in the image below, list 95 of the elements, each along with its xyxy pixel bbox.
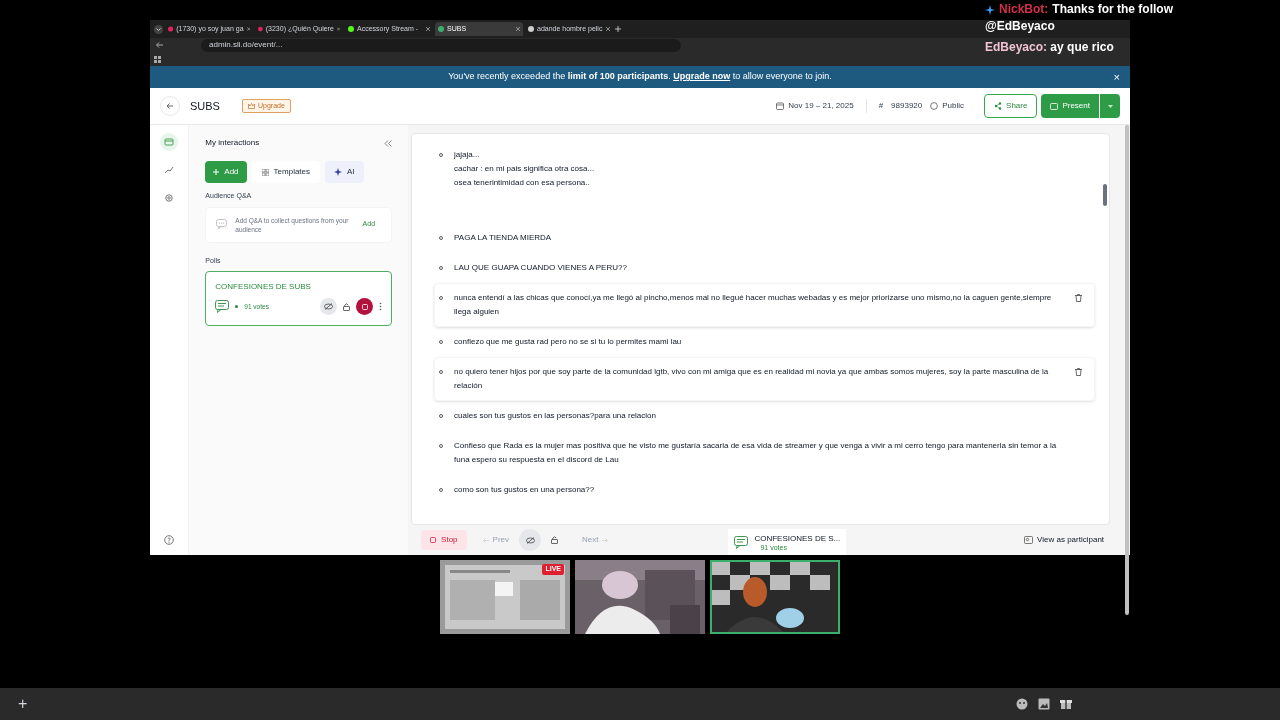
- trash-icon[interactable]: [1075, 368, 1083, 376]
- plus-icon: [213, 169, 220, 175]
- poll-title: CONFESIONES DE S...: [754, 532, 841, 544]
- bullet-icon: [439, 266, 444, 270]
- response-text: nunca entendí a las chicas que conocí,ya me llegó al pincho,menos mal no llegué hacer muchas webadas y es mejor priorizarse uno mismo,no la caguen gente,siempre llega alguien: [454, 292, 1053, 318]
- tab-list-icon[interactable]: [154, 24, 163, 34]
- response-text: jajaja... cachar : en mi pais significa otra cosa... osea tenerintimidad con esa persona..: [454, 149, 596, 189]
- sparkle-icon: [985, 4, 995, 15]
- response-text: PAGA LA TIENDA MIERDA: [454, 232, 553, 244]
- site-icon: [258, 26, 263, 32]
- gift-icon[interactable]: [1060, 698, 1072, 710]
- add-icon[interactable]: +: [18, 692, 28, 716]
- event-title: SUBS: [190, 98, 220, 114]
- bullet-icon: [439, 296, 444, 300]
- site-icon: [438, 26, 444, 32]
- scrollbar[interactable]: [1125, 125, 1130, 615]
- response-text: Confieso que Rada es la mujer mas positiva que he visto me gustaría sacarla de esa vida de streamer y que venga a vivir a mi cerro tengo para mantenerla sin temor a la funa espero su respuesta en el discord de Lau: [454, 440, 1058, 466]
- site-icon: [168, 26, 174, 32]
- bullet-icon: [439, 444, 444, 448]
- response-text: no quiero tener hijos por que soy parte de la comunidad lgtb, vivo con mi amiga que es en realidad mi novia ya que ambas somos mujeres, soy la parte masculina de la relación: [454, 366, 1050, 392]
- stop-button[interactable]: [356, 298, 374, 315]
- card-icon: [164, 137, 175, 147]
- event-dates: Nov 19 – 21, 2025: [788, 100, 854, 112]
- chat-message: Thanks for the follow: [1052, 1, 1173, 18]
- hide-results-button[interactable]: [320, 298, 338, 315]
- response-text: LAU QUE GUAPA CUANDO VIENES A PERU??: [454, 262, 628, 274]
- response-text: confiezo que me gusta rad pero no se si tu lo permites mami lau: [454, 336, 683, 348]
- bullet-icon: [439, 236, 444, 240]
- view-as-participant-button[interactable]: View as participant: [1024, 534, 1105, 546]
- back-icon[interactable]: [156, 42, 163, 48]
- calendar-icon: [776, 102, 785, 110]
- chat-bubbles-icon: [216, 219, 230, 230]
- poll-icon: [215, 300, 230, 313]
- help-icon[interactable]: [164, 535, 175, 545]
- hash-icon: #: [878, 100, 884, 112]
- image-icon[interactable]: [1038, 698, 1050, 710]
- eye-off-icon: [525, 536, 535, 544]
- trash-icon[interactable]: [1075, 294, 1083, 302]
- panel-title: My interactions: [205, 137, 260, 149]
- crown-icon: [247, 103, 255, 109]
- chart-icon: [164, 165, 175, 175]
- upgrade-link[interactable]: Upgrade now: [673, 71, 731, 82]
- bullet-icon: [439, 370, 444, 374]
- emoji-icon[interactable]: [1016, 698, 1028, 710]
- poll-icon: [734, 535, 749, 549]
- stop-button[interactable]: Stop: [421, 530, 467, 550]
- apps-icon[interactable]: [154, 55, 161, 63]
- url-text: admin.sli.do/event/...: [209, 39, 283, 51]
- close-icon[interactable]: [516, 27, 520, 31]
- hide-results-button[interactable]: [519, 529, 541, 551]
- right-arrow-icon: [602, 537, 609, 543]
- gear-icon: [164, 193, 175, 203]
- close-icon[interactable]: [336, 27, 340, 31]
- ai-button[interactable]: AI: [325, 161, 364, 183]
- left-arrow-icon: [482, 537, 489, 543]
- stop-icon: [361, 303, 368, 310]
- new-tab-icon[interactable]: [615, 26, 621, 32]
- notice-banner: You've recently exceeded the limit of 100 participants. Upgrade now to allow everyone to join. ×: [150, 66, 1130, 88]
- close-icon[interactable]: [426, 27, 430, 31]
- address-bar[interactable]: admin.sli.do/event/...: [201, 38, 681, 52]
- share-icon: [994, 102, 1003, 110]
- response-text: como son tus gustos en una persona??: [454, 484, 596, 496]
- grid-icon: [261, 168, 269, 176]
- sparkle-icon: [334, 168, 343, 176]
- collapse-icon[interactable]: [384, 139, 393, 147]
- templates-button[interactable]: Templates: [251, 161, 321, 183]
- close-button[interactable]: ×: [1113, 68, 1120, 86]
- bullet-icon: [439, 153, 444, 157]
- person-icon: [1024, 536, 1034, 544]
- close-icon[interactable]: [606, 27, 610, 31]
- live-dot-icon: [235, 305, 239, 308]
- caret-icon: [1107, 104, 1113, 108]
- lock-icon[interactable]: [343, 302, 351, 311]
- present-button[interactable]: Present: [1041, 94, 1099, 118]
- chat-username: NickBot:: [999, 1, 1049, 18]
- privacy-label: Public: [942, 100, 965, 112]
- chat-message: EdBeyaco: ay que rico: [985, 39, 1114, 56]
- lock-icon[interactable]: [551, 536, 558, 544]
- chat-message: @EdBeyaco: [985, 18, 1055, 35]
- eye-off-icon: [324, 303, 334, 310]
- add-button[interactable]: Add: [205, 161, 247, 183]
- site-icon: [348, 26, 354, 32]
- stop-icon: [430, 537, 437, 543]
- share-button[interactable]: Share: [984, 94, 1038, 118]
- bullet-icon: [439, 340, 444, 344]
- back-arrow-icon: [166, 102, 174, 110]
- screen-icon: [1050, 102, 1059, 110]
- close-icon[interactable]: [246, 27, 250, 31]
- bullet-icon: [439, 414, 444, 418]
- scrollbar[interactable]: [1103, 184, 1108, 206]
- bullet-icon: [439, 488, 444, 492]
- event-code: 9893920: [891, 100, 923, 112]
- site-icon: [528, 26, 534, 32]
- response-text: cuales son tus gustos en las personas?para una relacion: [454, 410, 657, 422]
- poll-title: CONFESIONES DE SUBS: [215, 282, 312, 292]
